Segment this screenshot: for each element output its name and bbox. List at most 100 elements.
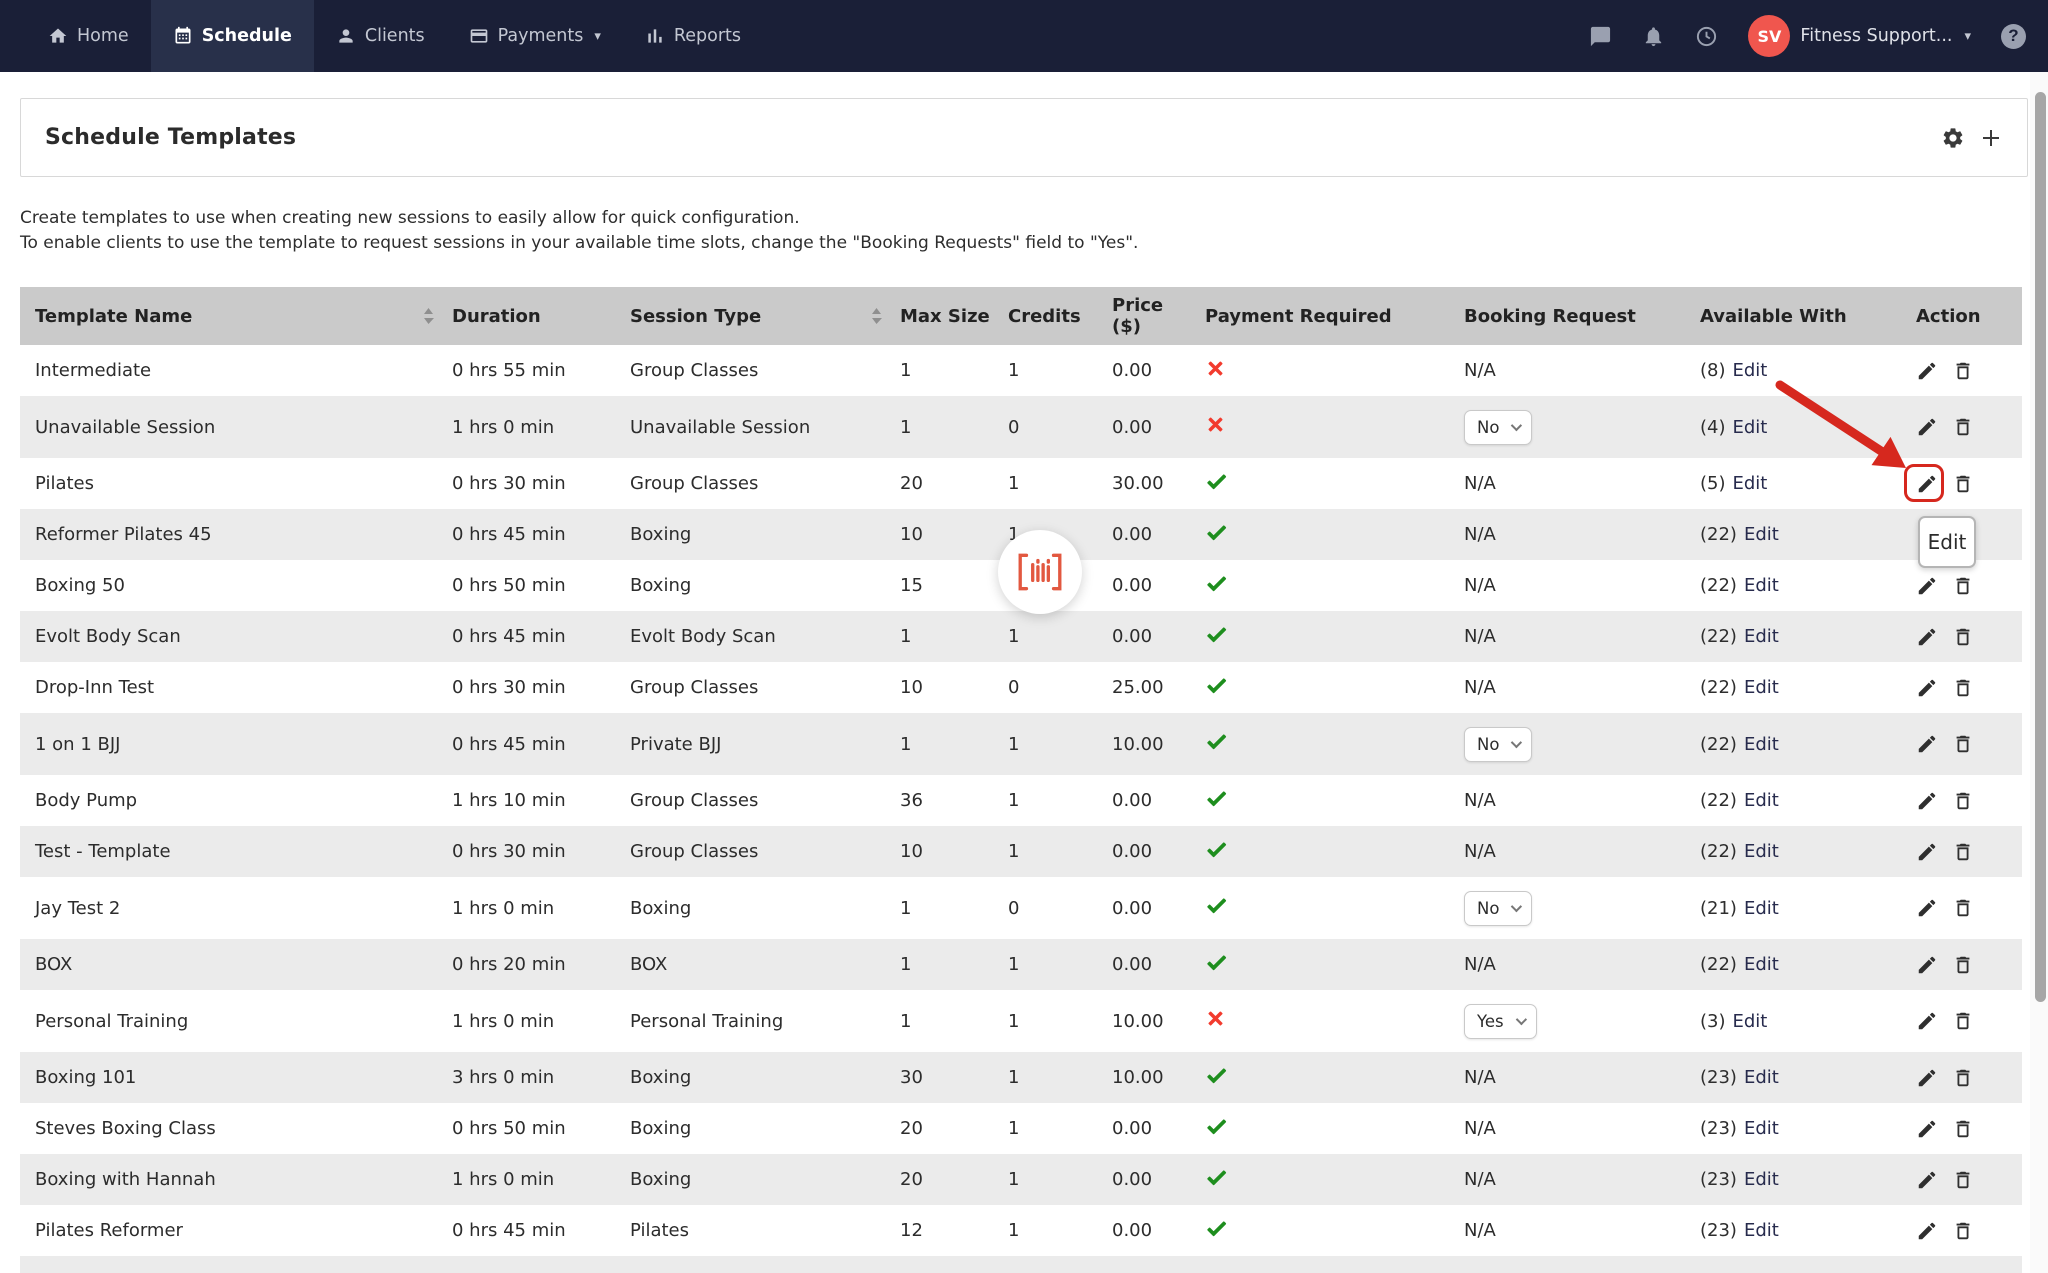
nav-item-clients[interactable]: Clients (314, 0, 447, 72)
available-edit-link[interactable]: Edit (1744, 1220, 1779, 1241)
delete-row-button[interactable] (1952, 1009, 1974, 1033)
user-menu[interactable]: SV Fitness Support... ▾ (1748, 15, 1971, 57)
delete-row-button[interactable] (1952, 415, 1974, 439)
available-edit-link[interactable]: Edit (1744, 898, 1779, 919)
edit-row-button[interactable] (1916, 954, 1938, 976)
delete-row-button[interactable] (1952, 732, 1974, 756)
delete-row-button[interactable] (1952, 1168, 1974, 1192)
edit-row-button[interactable] (1916, 841, 1938, 863)
delete-row-button[interactable] (1952, 953, 1974, 977)
cell-max-size: 1 (900, 417, 1008, 438)
delete-row-button[interactable] (1952, 472, 1974, 496)
booking-request-select[interactable]: No (1464, 727, 1532, 762)
available-edit-link[interactable]: Edit (1733, 360, 1768, 381)
available-edit-link[interactable]: Edit (1744, 524, 1779, 545)
delete-row-button[interactable] (1952, 359, 1974, 383)
edit-row-button[interactable] (1916, 1010, 1938, 1032)
delete-row-button[interactable] (1952, 789, 1974, 813)
cell-duration: 0 hrs 45 min (452, 524, 630, 545)
trash-icon (1952, 1009, 1974, 1033)
available-edit-link[interactable]: Edit (1744, 1118, 1779, 1139)
delete-row-button[interactable] (1952, 676, 1974, 700)
chevron-down-icon: ▾ (594, 29, 601, 44)
cell-credits: 1 (1008, 360, 1112, 381)
available-edit-link[interactable]: Edit (1744, 790, 1779, 811)
edit-row-button[interactable] (1916, 733, 1938, 755)
pencil-icon (1916, 841, 1938, 863)
available-edit-link[interactable]: Edit (1744, 1067, 1779, 1088)
table-row: Intermediate0 hrs 55 minGroup Classes110… (20, 345, 2022, 396)
x-icon (1205, 358, 1226, 379)
edit-row-button[interactable] (1916, 575, 1938, 597)
edit-row-button[interactable] (1916, 897, 1938, 919)
cell-price: 0.00 (1112, 790, 1205, 811)
available-count: (3) (1700, 1011, 1726, 1032)
cell-available-with: (22)Edit (1700, 575, 1916, 596)
booking-request-select[interactable]: Yes (1464, 1004, 1537, 1039)
edit-row-button[interactable] (1916, 1220, 1938, 1242)
trash-icon (1952, 789, 1974, 813)
edit-row-button[interactable] (1916, 790, 1938, 812)
cell-credits: 0 (1008, 417, 1112, 438)
scrollbar-thumb[interactable] (2035, 92, 2046, 1002)
delete-row-button[interactable] (1952, 840, 1974, 864)
edit-row-button[interactable] (1916, 1067, 1938, 1089)
nav-item-home[interactable]: Home (26, 0, 151, 72)
edit-row-button[interactable] (1916, 677, 1938, 699)
available-edit-link[interactable]: Edit (1744, 626, 1779, 647)
nav-item-reports[interactable]: Reports (623, 0, 763, 72)
available-edit-link[interactable]: Edit (1733, 1011, 1768, 1032)
delete-row-button[interactable] (1952, 1219, 1974, 1243)
available-edit-link[interactable]: Edit (1733, 473, 1768, 494)
available-edit-link[interactable]: Edit (1744, 677, 1779, 698)
cell-session-type: Group Classes (630, 360, 900, 381)
booking-request-select[interactable]: No (1464, 410, 1532, 445)
cell-payment-required (1205, 1064, 1464, 1092)
edit-row-button[interactable] (1916, 1169, 1938, 1191)
notifications-button[interactable] (1642, 25, 1665, 48)
delete-row-button[interactable] (1952, 1117, 1974, 1141)
sort-icon (871, 308, 882, 324)
column-header-session-type[interactable]: Session Type (630, 306, 900, 327)
delete-row-button[interactable] (1952, 574, 1974, 598)
available-edit-link[interactable]: Edit (1744, 1169, 1779, 1190)
chat-button[interactable] (1589, 25, 1612, 48)
available-count: (5) (1700, 473, 1726, 494)
nav-item-schedule[interactable]: Schedule (151, 0, 314, 72)
available-edit-link[interactable]: Edit (1744, 841, 1779, 862)
cell-payment-required (1205, 1008, 1464, 1034)
cell-session-type: Boxing (630, 1169, 900, 1190)
nav-item-payments[interactable]: Payments ▾ (447, 0, 623, 72)
available-edit-link[interactable]: Edit (1744, 954, 1779, 975)
cell-duration: 1 hrs 0 min (452, 898, 630, 919)
cell-template-name: BOX (35, 954, 452, 975)
history-button[interactable] (1695, 25, 1718, 48)
edit-row-button[interactable] (1916, 626, 1938, 648)
cell-price: 0.00 (1112, 417, 1205, 438)
booking-request-value: N/A (1464, 841, 1496, 862)
help-icon[interactable]: ? (2001, 24, 2026, 49)
cell-credits: 1 (1008, 1011, 1112, 1032)
table-row: Pilates Reformer0 hrs 45 minPilates1210.… (20, 1205, 2022, 1256)
cell-payment-required (1205, 838, 1464, 866)
table-row: Body Pump1 hrs 10 minGroup Classes3610.0… (20, 775, 2022, 826)
settings-button[interactable] (1941, 126, 1965, 150)
edit-row-button[interactable] (1916, 1118, 1938, 1140)
check-icon (1205, 623, 1228, 646)
column-header-template-name[interactable]: Template Name (35, 306, 452, 327)
delete-row-button[interactable] (1952, 896, 1974, 920)
cell-max-size: 1 (900, 626, 1008, 647)
cell-session-type: Group Classes (630, 473, 900, 494)
available-edit-link[interactable]: Edit (1744, 734, 1779, 755)
add-template-button[interactable] (1979, 126, 2003, 150)
cell-session-type: Unavailable Session (630, 417, 900, 438)
floating-scan-widget[interactable] (998, 530, 1082, 614)
booking-request-select[interactable]: No (1464, 891, 1532, 926)
delete-row-button[interactable] (1952, 1066, 1974, 1090)
available-edit-link[interactable]: Edit (1733, 417, 1768, 438)
schedule-templates-page: Home Schedule Clients Payments ▾ Reports (0, 0, 2048, 1273)
delete-row-button[interactable] (1952, 625, 1974, 649)
pencil-icon (1916, 1010, 1938, 1032)
available-edit-link[interactable]: Edit (1744, 575, 1779, 596)
cell-max-size: 1 (900, 734, 1008, 755)
